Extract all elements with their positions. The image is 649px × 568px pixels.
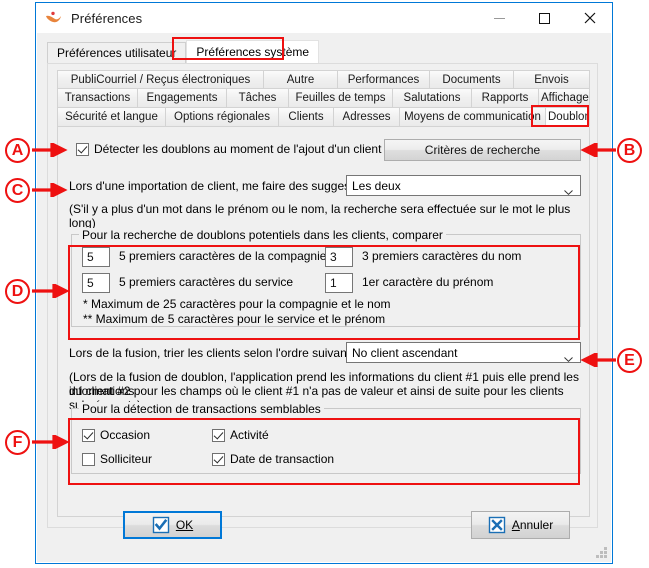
tab-publicourriel[interactable]: PubliCourriel / Reçus électroniques <box>57 70 264 89</box>
transactions-occasion-label: Occasion <box>100 428 151 442</box>
chevron-down-icon <box>564 351 573 362</box>
inner-tab-row-2: Transactions Engagements Tâches Feuilles… <box>57 89 590 108</box>
cancel-button[interactable]: Annuler <box>471 511 570 539</box>
transactions-occasion-checkbox[interactable] <box>82 428 95 442</box>
outer-tab-strip: Préférences utilisateur Préférences syst… <box>47 40 320 63</box>
tab-salutations[interactable]: Salutations <box>393 89 472 108</box>
annotation-arrow-c <box>32 181 68 200</box>
tab-options-regionales[interactable]: Options régionales <box>166 108 279 127</box>
inner-tab-strip: PubliCourriel / Reçus électroniques Autr… <box>57 70 590 127</box>
cancel-button-label-rest: nnuler <box>519 518 554 532</box>
compare-company-chars-input[interactable]: 5 <box>82 247 110 267</box>
doublons-page: Détecter les doublons au moment de l'ajo… <box>57 127 590 517</box>
search-criteria-button[interactable]: Critères de recherche <box>384 139 581 161</box>
tab-adresses[interactable]: Adresses <box>334 108 400 127</box>
compare-note-2: ** Maximum de 5 caractères pour le servi… <box>83 312 386 326</box>
minimize-icon[interactable] <box>477 3 522 33</box>
window-controls <box>477 3 612 33</box>
tab-transactions[interactable]: Transactions <box>57 89 138 108</box>
chevron-down-icon <box>564 184 573 195</box>
import-note: (S'il y a plus d'un mot dans le prénom o… <box>69 202 571 230</box>
compare-note-1: * Maximum de 25 caractères pour la compa… <box>83 297 391 311</box>
transactions-solliciteur-row[interactable]: Solliciteur <box>82 452 152 466</box>
transactions-solliciteur-checkbox[interactable] <box>82 452 95 466</box>
detect-duplicates-checkbox[interactable] <box>76 142 89 156</box>
transactions-activite-label: Activité <box>230 428 269 442</box>
inner-tab-row-3: Sécurité et langue Options régionales Cl… <box>57 108 590 127</box>
compare-name-chars-input[interactable]: 3 <box>325 247 353 267</box>
annotation-arrow-b <box>580 141 616 160</box>
bird-logo-icon <box>44 8 64 28</box>
ok-button-label: OK <box>175 518 194 532</box>
compare-name-chars-label: 3 premiers caractères du nom <box>362 249 522 263</box>
tab-preferences-utilisateur[interactable]: Préférences utilisateur <box>47 42 187 63</box>
import-suggestion-value: Les deux <box>352 178 401 193</box>
transactions-group: Pour la détection de transactions sembla… <box>71 402 581 474</box>
compare-company-chars-label: 5 premiers caractères de la compagnie <box>119 249 327 263</box>
tab-securite-et-langue[interactable]: Sécurité et langue <box>57 108 166 127</box>
compare-group-title: Pour la recherche de doublons potentiels… <box>79 228 446 242</box>
ok-button[interactable]: OK <box>123 511 222 539</box>
transactions-activite-checkbox[interactable] <box>212 428 225 442</box>
annotation-marker-e: E <box>617 348 642 373</box>
annotation-arrow-f <box>32 433 70 452</box>
detect-duplicates-label: Détecter les doublons au moment de l'ajo… <box>94 142 382 156</box>
tab-clients[interactable]: Clients <box>279 108 334 127</box>
tab-engagements[interactable]: Engagements <box>138 89 227 108</box>
check-icon <box>152 516 170 534</box>
compare-firstname-chars-label: 1er caractère du prénom <box>362 275 494 289</box>
tab-feuilles-de-temps[interactable]: Feuilles de temps <box>289 89 393 108</box>
tab-preferences-systeme[interactable]: Préférences système <box>186 40 320 63</box>
annotation-marker-f: F <box>5 430 30 455</box>
compare-service-chars-label: 5 premiers caractères du service <box>119 275 294 289</box>
compare-group: Pour la recherche de doublons potentiels… <box>71 228 581 327</box>
compare-service-chars-input[interactable]: 5 <box>82 273 110 293</box>
tab-moyens-de-communication[interactable]: Moyens de communication <box>400 108 546 127</box>
import-suggestion-select[interactable]: Les deux <box>346 175 581 196</box>
transactions-date-checkbox[interactable] <box>212 452 225 466</box>
preferences-window: Préférences Préférences utilisateur Préf… <box>35 2 613 564</box>
merge-order-label: Lors de la fusion, trier les clients sel… <box>69 346 357 360</box>
close-icon[interactable] <box>567 3 612 33</box>
tab-taches[interactable]: Tâches <box>227 89 289 108</box>
outer-tab-panel: PubliCourriel / Reçus électroniques Autr… <box>47 63 598 528</box>
window-title: Préférences <box>71 10 143 26</box>
cancel-button-label: Annuler <box>511 518 554 532</box>
transactions-date-row[interactable]: Date de transaction <box>212 452 334 466</box>
transactions-group-title: Pour la détection de transactions sembla… <box>79 402 324 416</box>
annotation-arrow-d <box>32 282 70 301</box>
annotation-marker-c: C <box>5 178 30 203</box>
tab-doublons[interactable]: Doublons <box>546 108 590 127</box>
tab-documents[interactable]: Documents <box>430 70 514 89</box>
merge-order-select[interactable]: No client ascendant <box>346 342 581 363</box>
compare-firstname-chars-input[interactable]: 1 <box>325 273 353 293</box>
detect-duplicates-row[interactable]: Détecter les doublons au moment de l'ajo… <box>76 142 381 156</box>
x-icon <box>488 516 506 534</box>
transactions-date-label: Date de transaction <box>230 452 335 466</box>
merge-order-value: No client ascendant <box>352 345 458 360</box>
transactions-activite-row[interactable]: Activité <box>212 428 269 442</box>
annotation-arrow-e <box>580 351 616 370</box>
tab-rapports[interactable]: Rapports <box>472 89 539 108</box>
tab-envois[interactable]: Envois <box>514 70 590 89</box>
title-bar: Préférences <box>36 3 612 33</box>
resize-grip[interactable] <box>596 547 608 559</box>
transactions-solliciteur-label: Solliciteur <box>100 452 153 466</box>
annotation-marker-b: B <box>617 138 642 163</box>
annotation-marker-d: D <box>5 279 30 304</box>
tab-autre[interactable]: Autre <box>264 70 338 89</box>
annotation-marker-a: A <box>5 138 30 163</box>
annotation-arrow-a <box>32 141 68 160</box>
tab-performances[interactable]: Performances <box>338 70 430 89</box>
tab-affichage[interactable]: Affichage <box>539 89 590 108</box>
transactions-occasion-row[interactable]: Occasion <box>82 428 150 442</box>
inner-tab-row-1: PubliCourriel / Reçus électroniques Autr… <box>57 70 590 89</box>
maximize-icon[interactable] <box>522 3 567 33</box>
client-area: Préférences utilisateur Préférences syst… <box>37 33 611 562</box>
